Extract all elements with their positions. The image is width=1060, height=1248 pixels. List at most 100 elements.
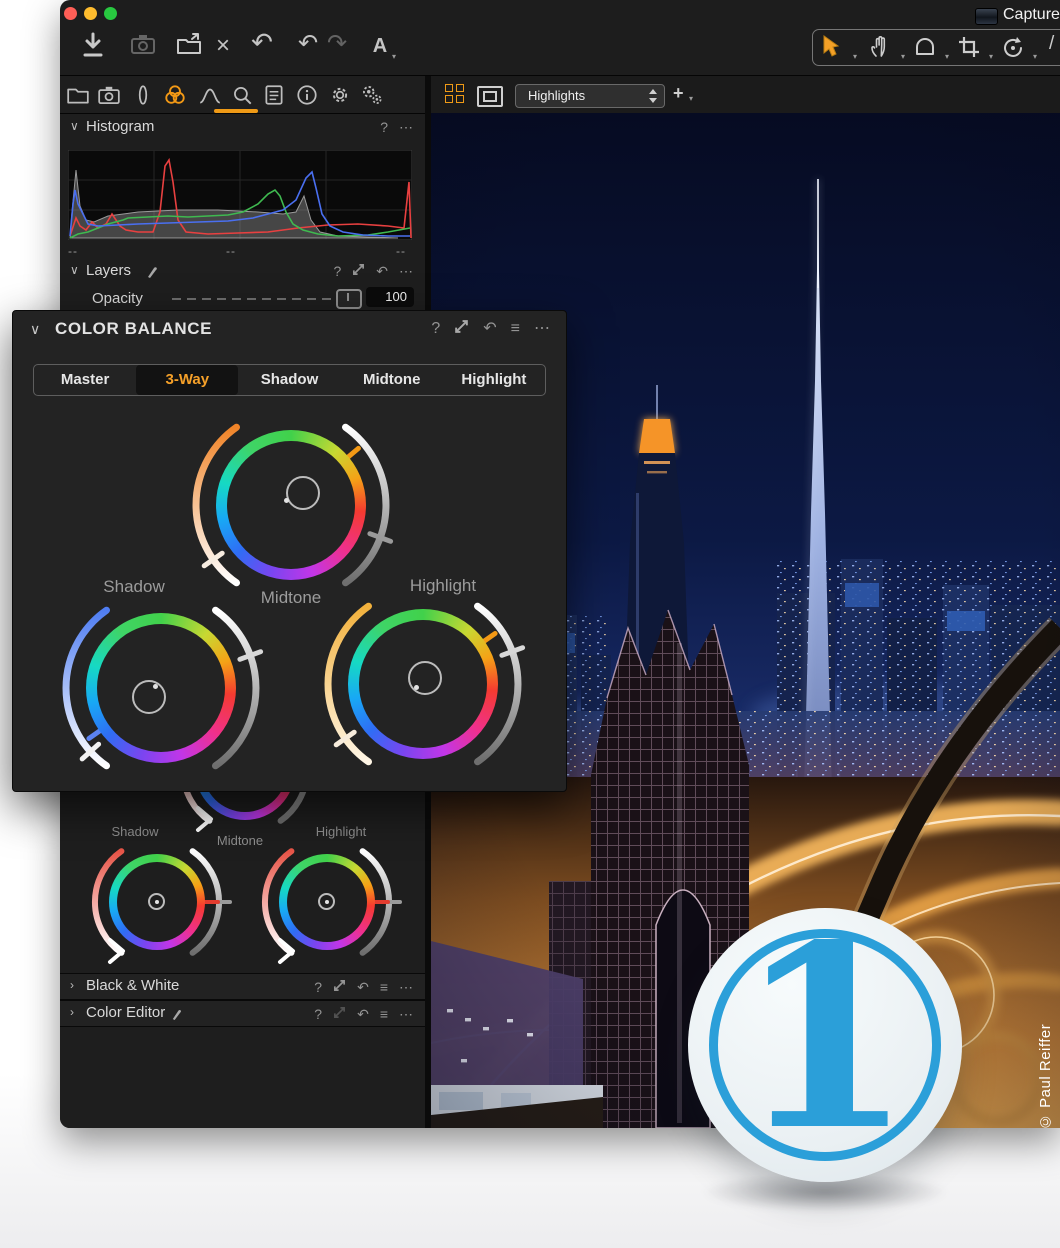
add-variant-icon[interactable]: +: [673, 83, 684, 104]
loupe-icon[interactable]: [913, 35, 943, 59]
reset-icon[interactable]: ↶: [376, 262, 388, 280]
help-icon[interactable]: ?: [333, 262, 341, 280]
tab-highlight[interactable]: Highlight: [443, 365, 545, 395]
help-icon[interactable]: ?: [380, 118, 388, 136]
tab-master[interactable]: Master: [34, 365, 136, 395]
window-zoom-button[interactable]: [104, 7, 117, 20]
docked-highlight-label: Highlight: [291, 824, 391, 839]
capture-camera-icon[interactable]: [126, 32, 160, 63]
color-editor-panel[interactable]: › Color Editor ? ↶ ≡ ⋯: [60, 1000, 425, 1027]
opacity-slider-handle[interactable]: [336, 289, 362, 309]
opacity-slider-track[interactable]: [172, 298, 354, 300]
tab-details-icon[interactable]: [230, 83, 254, 107]
select-cursor-icon[interactable]: [821, 35, 851, 59]
help-icon[interactable]: ?: [314, 1005, 322, 1023]
midtone-wheel-label: Midtone: [231, 588, 351, 608]
caret-icon: ▾: [853, 52, 857, 61]
reset-icon[interactable]: ↶: [357, 1005, 369, 1023]
tab-adjustments-icon[interactable]: [360, 83, 384, 107]
tab-color-icon[interactable]: [163, 83, 187, 107]
crop-icon[interactable]: [957, 35, 987, 59]
more-icon[interactable]: ⋯: [399, 118, 413, 136]
window-minimize-button[interactable]: [84, 7, 97, 20]
more-icon[interactable]: ⋯: [399, 262, 413, 280]
more-icon[interactable]: ⋯: [399, 978, 413, 996]
tool-tabs-row: [60, 76, 425, 114]
tab-lens-icon[interactable]: [131, 83, 155, 107]
window-close-button[interactable]: [64, 7, 77, 20]
brush-icon[interactable]: [145, 264, 159, 283]
docked-highlight-selector-dot[interactable]: [325, 900, 329, 904]
window-title: Capture: [1003, 6, 1060, 24]
help-icon[interactable]: ?: [314, 978, 322, 996]
export-icon[interactable]: [172, 32, 206, 63]
rotate-icon[interactable]: [1001, 35, 1031, 59]
brush-icon[interactable]: [170, 1007, 183, 1025]
tab-capture-icon[interactable]: [97, 83, 121, 107]
tab-3way[interactable]: 3-Way: [136, 365, 238, 395]
help-icon[interactable]: ?: [431, 320, 440, 338]
chevron-down-icon[interactable]: ∨: [70, 263, 79, 277]
docked-shadow-selector-dot[interactable]: [155, 900, 159, 904]
variant-selector-value: Highlights: [528, 88, 585, 103]
tab-metadata-icon[interactable]: [262, 83, 286, 107]
photo-credit: © Paul Reiffer: [1037, 972, 1059, 1128]
layers-header[interactable]: ∨ Layers ? ↶ ⋯: [60, 260, 425, 286]
viewer-toolbar: Highlights + ▾: [431, 76, 1060, 114]
histogram-chart: [68, 150, 412, 240]
opacity-label: Opacity: [92, 290, 143, 307]
highlight-wheel-label: Highlight: [383, 576, 503, 596]
black-white-title: Black & White: [86, 977, 179, 994]
color-balance-panel: ∨ COLOR BALANCE ? ↶ ≡ ⋯ Master 3-Way Sha…: [12, 310, 567, 792]
shadow-selector[interactable]: [132, 680, 166, 714]
histogram-header[interactable]: ∨ Histogram ? ⋯: [60, 116, 425, 142]
reset-icon[interactable]: ↶: [483, 320, 496, 338]
stepper-icon[interactable]: [648, 88, 658, 104]
chevron-right-icon[interactable]: ›: [70, 1005, 74, 1019]
reset-adjustments-icon[interactable]: ↶: [245, 28, 279, 56]
color-editor-title: Color Editor: [86, 1004, 165, 1021]
black-white-panel[interactable]: › Black & White ? ↶ ≡ ⋯: [60, 973, 425, 1000]
tab-midtone[interactable]: Midtone: [341, 365, 443, 395]
reset-icon[interactable]: ↶: [357, 978, 369, 996]
main-toolbar: × ↶ ↶ ↷ A ▾ Capture ▾ ▾ ▾ ▾ ▾ /: [60, 0, 1060, 76]
tab-exposure-icon[interactable]: [198, 83, 222, 107]
grid-view-icon[interactable]: [445, 84, 465, 104]
caret-icon: ▾: [901, 52, 905, 61]
highlight-selector[interactable]: [408, 661, 442, 695]
more-icon[interactable]: ⋯: [534, 320, 550, 338]
single-view-icon[interactable]: [477, 86, 503, 107]
highlight-selector-dot[interactable]: [414, 685, 419, 690]
opacity-value[interactable]: 100: [366, 287, 414, 307]
variant-selector[interactable]: Highlights: [515, 84, 665, 108]
tab-info-icon[interactable]: [295, 83, 319, 107]
chevron-right-icon[interactable]: ›: [70, 978, 74, 992]
straighten-icon[interactable]: /: [1049, 33, 1060, 57]
chevron-down-icon[interactable]: ∨: [30, 321, 40, 338]
more-icon[interactable]: ⋯: [399, 1005, 413, 1023]
pan-hand-icon[interactable]: [869, 35, 899, 59]
expand-icon[interactable]: [333, 1005, 346, 1023]
histogram-tick-left: --: [68, 244, 78, 258]
menu-icon[interactable]: ≡: [511, 320, 520, 338]
menu-icon[interactable]: ≡: [380, 978, 388, 996]
expand-icon[interactable]: [352, 262, 365, 280]
midtone-selector[interactable]: [286, 476, 320, 510]
chevron-down-icon[interactable]: ∨: [70, 119, 79, 133]
caret-icon: ▾: [689, 94, 693, 103]
expand-icon[interactable]: [333, 978, 346, 996]
menu-icon[interactable]: ≡: [380, 1005, 388, 1023]
import-icon[interactable]: [76, 32, 110, 65]
delete-icon[interactable]: ×: [206, 32, 240, 60]
tab-library-icon[interactable]: [66, 83, 90, 107]
shadow-selector-dot[interactable]: [153, 684, 158, 689]
tab-settings-icon[interactable]: [328, 83, 352, 107]
tab-shadow[interactable]: Shadow: [238, 365, 340, 395]
app-thumbnail-icon: [975, 8, 998, 25]
midtone-selector-dot[interactable]: [284, 498, 289, 503]
redo-icon[interactable]: ↷: [320, 30, 354, 58]
expand-icon[interactable]: [454, 319, 469, 339]
caret-icon: ▾: [945, 52, 949, 61]
color-balance-title: COLOR BALANCE: [55, 319, 212, 339]
shadow-wheel-label: Shadow: [74, 577, 194, 597]
